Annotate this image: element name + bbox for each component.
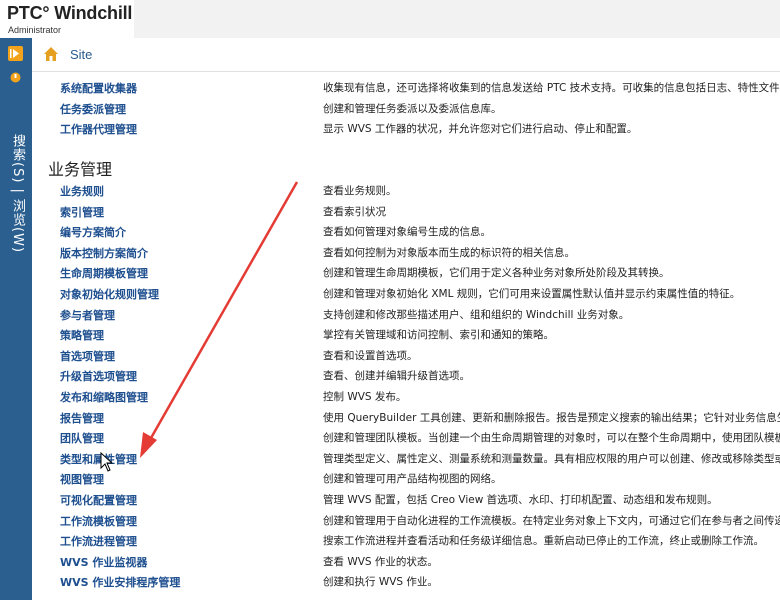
utility-description: 查看索引状况 xyxy=(323,205,386,218)
mouse-cursor-icon xyxy=(100,452,114,472)
utility-description: 创建和管理任务委派以及委派信息库。 xyxy=(323,102,502,115)
ptc-windchill-logo[interactable]: PTC° Windchill Administrator xyxy=(0,0,133,38)
home-icon[interactable] xyxy=(43,46,59,62)
utilities-content: 系统配置收集器 收集现有信息，还可选择将收集到的信息发送给 PTC 技术支持。可收… xyxy=(33,72,780,600)
utility-link[interactable]: 工作流进程管理 xyxy=(60,533,137,549)
utility-description: 查看业务规则。 xyxy=(323,185,397,197)
utility-description: 创建和管理用于自动化进程的工作流模板。在特定业务对象上下文内，可通过它们在参与者… xyxy=(323,514,780,527)
utility-row: WVS 作业安排程序管理 创建和执行 WVS 作业。 xyxy=(33,571,780,591)
utility-description: 查看、创建并编辑升级首选项。 xyxy=(323,370,470,383)
utility-row: 类型和属性管理 管理类型定义、属性定义、测量系统和测量数量。具有相应权限的用户可以… xyxy=(33,448,780,468)
utility-row: 版本控制方案简介 查看如何控制为对象版本而生成的标识符的相关信息。 xyxy=(33,242,780,262)
utility-row: 编号方案简介 查看如何管理对象编号生成的信息。 xyxy=(33,221,780,241)
breadcrumb-site-link[interactable]: Site xyxy=(70,47,92,62)
navigator-sidebar: 搜索(S) | 浏览(W) xyxy=(0,38,32,600)
utility-link[interactable]: 团队管理 xyxy=(60,430,104,446)
utility-description: 控制 WVS 发布。 xyxy=(323,391,407,403)
utility-link[interactable]: 发布和缩略图管理 xyxy=(60,389,148,405)
utility-row: 发布和缩略图管理 控制 WVS 发布。 xyxy=(33,386,780,406)
utility-link[interactable]: 工作器代理管理 xyxy=(60,121,137,137)
utility-row: 对象初始化规则管理 创建和管理对象初始化 XML 规则，它们可用来设置属性默认值并… xyxy=(33,283,780,303)
utility-link[interactable]: 视图管理 xyxy=(60,471,104,487)
utility-link[interactable]: 策略管理 xyxy=(60,327,104,343)
utility-description: 创建和管理生命周期模板，它们用于定义各种业务对象所处阶段及其转换。 xyxy=(323,267,670,280)
app-header: PTC° Windchill Administrator xyxy=(0,0,780,39)
utility-row: 首选项管理 查看和设置首选项。 xyxy=(33,345,780,365)
utility-link[interactable]: 业务规则 xyxy=(60,183,104,199)
utility-link[interactable]: 生命周期模板管理 xyxy=(60,265,148,281)
utility-description: 管理类型定义、属性定义、测量系统和测量数量。具有相应权限的用户可以创建、修改或移… xyxy=(323,452,780,465)
breadcrumb: Site xyxy=(32,38,780,72)
utility-description: 查看 WVS 作业的状态。 xyxy=(323,555,438,568)
utility-description: 查看如何控制为对象版本而生成的标识符的相关信息。 xyxy=(323,246,575,259)
utility-link[interactable]: 参与者管理 xyxy=(60,307,115,323)
utility-link[interactable]: 报告管理 xyxy=(60,410,104,426)
utility-link[interactable]: 可视化配置管理 xyxy=(60,492,137,508)
utility-row: 视图管理 创建和管理可用产品结构视图的网络。 xyxy=(33,468,780,488)
utility-row: 工作流模板管理 创建和管理用于自动化进程的工作流模板。在特定业务对象上下文内，可通… xyxy=(33,510,780,530)
utility-link[interactable]: 任务委派管理 xyxy=(60,101,126,117)
utility-row: 工作器代理管理 显示 WVS 工作器的状况，并允许您对它们进行启动、停止和配置。 xyxy=(33,118,780,138)
utility-description: 查看和设置首选项。 xyxy=(323,349,418,362)
utility-row: WVS 作业监视器 查看 WVS 作业的状态。 xyxy=(33,551,780,571)
utility-link[interactable]: 编号方案简介 xyxy=(60,224,126,240)
utility-description: 收集现有信息，还可选择将收集到的信息发送给 PTC 技术支持。可收集的信息包括日… xyxy=(323,82,780,94)
utility-description: 创建和管理可用产品结构视图的网络。 xyxy=(323,473,502,486)
utility-description: 管理 WVS 配置，包括 Creo View 首选项、水印、打印机配置、动态组和… xyxy=(323,494,718,506)
utility-description: 支持创建和修改那些描述用户、组和组织的 Windchill 业务对象。 xyxy=(323,308,630,321)
utility-description: 创建和管理团队模板。当创建一个由生命周期管理的对象时，可以在整个生命周期中，使用… xyxy=(323,432,780,445)
utility-row: 参与者管理 支持创建和修改那些描述用户、组和组织的 Windchill 业务对象。 xyxy=(33,304,780,324)
utility-link[interactable]: 升级首选项管理 xyxy=(60,368,137,384)
utility-link[interactable]: 系统配置收集器 xyxy=(60,80,137,96)
utility-link[interactable]: 工作流模板管理 xyxy=(60,513,137,529)
utility-row: 团队管理 创建和管理团队模板。当创建一个由生命周期管理的对象时，可以在整个生命周期… xyxy=(33,427,780,447)
app-title: PTC° Windchill xyxy=(7,3,133,23)
app-subtitle: Administrator xyxy=(8,25,62,35)
utility-link[interactable]: 对象初始化规则管理 xyxy=(60,286,159,302)
utility-row: 报告管理 使用 QueryBuilder 工具创建、更新和删除报告。报告是预定义搜… xyxy=(33,407,780,427)
utility-row: 任务委派管理 创建和管理任务委派以及委派信息库。 xyxy=(33,98,780,118)
recent-items-icon[interactable] xyxy=(8,70,23,85)
utility-description: 创建和执行 WVS 作业。 xyxy=(323,576,438,589)
search-browse-tab[interactable]: 搜索(S) | 浏览(W) xyxy=(5,134,27,253)
utility-row: 索引管理 查看索引状况 xyxy=(33,201,780,221)
utility-link[interactable]: WVS 作业监视器 xyxy=(60,554,147,570)
utility-row: 生命周期模板管理 创建和管理生命周期模板，它们用于定义各种业务对象所处阶段及其转换… xyxy=(33,262,780,282)
utility-link[interactable]: 版本控制方案简介 xyxy=(60,245,148,261)
utility-row: 系统配置收集器 收集现有信息，还可选择将收集到的信息发送给 PTC 技术支持。可收… xyxy=(33,77,780,97)
utility-link[interactable]: 索引管理 xyxy=(60,204,104,220)
section-title-business: 业务管理 xyxy=(48,160,113,179)
utility-row: 业务规则 查看业务规则。 xyxy=(33,180,780,200)
utility-description: 显示 WVS 工作器的状况，并允许您对它们进行启动、停止和配置。 xyxy=(323,123,638,135)
utility-description: 查看如何管理对象编号生成的信息。 xyxy=(323,226,491,239)
utility-row: 升级首选项管理 查看、创建并编辑升级首选项。 xyxy=(33,365,780,385)
utility-link[interactable]: 类型和属性管理 xyxy=(60,451,137,467)
utility-row: 工作流进程管理 搜索工作流进程并查看活动和任务级详细信息。重新启动已停止的工作流，… xyxy=(33,530,780,550)
utility-description: 创建和管理对象初始化 XML 规则，它们可用来设置属性默认值并显示约束属性值的特… xyxy=(323,288,741,300)
header-toolbar-area xyxy=(134,0,780,38)
expand-navigator-icon[interactable] xyxy=(8,46,23,61)
utility-description: 掌控有关管理域和访问控制、索引和通知的策略。 xyxy=(323,329,554,342)
utility-row: 可视化配置管理 管理 WVS 配置，包括 Creo View 首选项、水印、打印机… xyxy=(33,489,780,509)
utility-row: 策略管理 掌控有关管理域和访问控制、索引和通知的策略。 xyxy=(33,324,780,344)
utility-description: 使用 QueryBuilder 工具创建、更新和删除报告。报告是预定义搜索的输出… xyxy=(323,411,780,424)
utility-link[interactable]: 首选项管理 xyxy=(60,348,115,364)
utility-description: 搜索工作流进程并查看活动和任务级详细信息。重新启动已停止的工作流，终止或删除工作… xyxy=(323,535,764,548)
utility-link[interactable]: WVS 作业安排程序管理 xyxy=(60,574,180,590)
